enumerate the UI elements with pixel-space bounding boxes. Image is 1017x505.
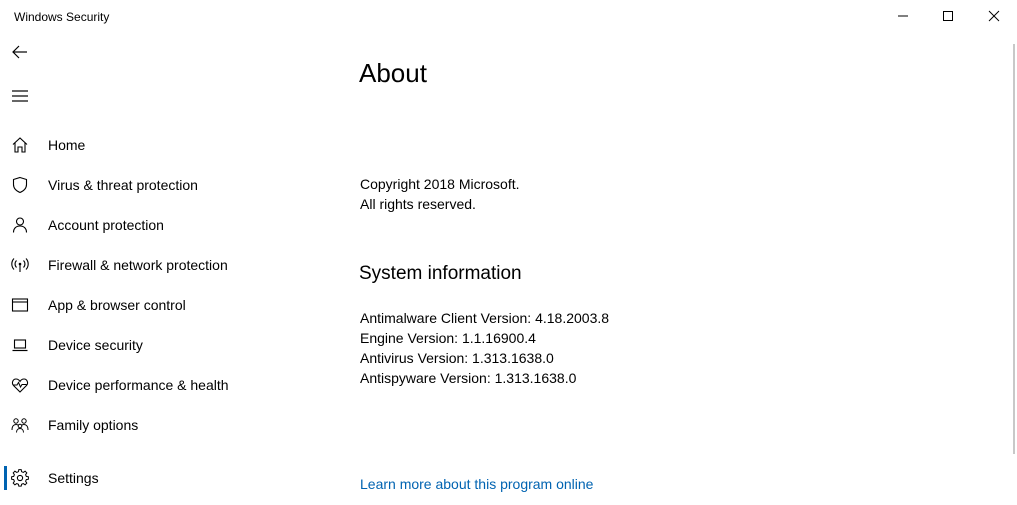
system-information-heading: System information (359, 263, 522, 284)
maximize-icon (943, 11, 953, 21)
sidebar-item-account-protection[interactable]: Account protection (4, 207, 294, 243)
sidebar-item-label: Device security (48, 337, 143, 353)
page-title: About (359, 58, 427, 88)
copyright-line: Copyright 2018 Microsoft. (360, 176, 520, 192)
close-button[interactable] (971, 0, 1017, 32)
antenna-icon (11, 256, 29, 274)
antispyware-version: Antispyware Version: 1.313.1638.0 (360, 370, 577, 386)
sidebar-item-device-security[interactable]: Device security (4, 327, 294, 363)
sidebar-item-home[interactable]: Home (4, 127, 294, 163)
sidebar-item-label: Family options (48, 417, 139, 433)
minimize-button[interactable] (880, 0, 926, 32)
back-arrow-icon (12, 45, 27, 59)
shield-icon (11, 176, 29, 194)
close-icon (988, 10, 1000, 22)
sidebar-item-label: Virus & threat protection (48, 177, 198, 193)
sidebar-item-device-performance-health[interactable]: Device performance & health (4, 367, 294, 403)
antivirus-version: Antivirus Version: 1.313.1638.0 (360, 350, 554, 366)
sidebar-item-label: Account protection (48, 217, 164, 233)
learn-more-link[interactable]: Learn more about this program online (360, 476, 593, 492)
sidebar-item-app-browser-control[interactable]: App & browser control (4, 287, 294, 323)
hamburger-icon (12, 90, 28, 102)
heart-pulse-icon (11, 376, 29, 394)
antimalware-client-version: Antimalware Client Version: 4.18.2003.8 (360, 310, 610, 326)
sidebar-item-firewall-network-protection[interactable]: Firewall & network protection (4, 247, 294, 283)
app-window-icon (11, 296, 29, 314)
laptop-icon (11, 336, 29, 354)
family-icon (11, 416, 29, 434)
sidebar-item-label: Device performance & health (48, 377, 229, 393)
sidebar-item-label: Firewall & network protection (48, 257, 228, 273)
minimize-icon (898, 15, 908, 17)
copyright-text: Copyright 2018 Microsoft. All rights res… (360, 174, 520, 214)
system-information-list: Antimalware Client Version: 4.18.2003.8 … (360, 308, 609, 388)
sidebar-item-virus-threat-protection[interactable]: Virus & threat protection (4, 167, 294, 203)
sidebar-item-settings[interactable]: Settings (4, 460, 294, 496)
back-button[interactable] (6, 38, 34, 66)
sidebar-item-label: Home (48, 137, 86, 153)
engine-version: Engine Version: 1.1.16900.4 (360, 330, 536, 346)
rights-line: All rights reserved. (360, 196, 476, 212)
maximize-button[interactable] (925, 0, 971, 32)
sidebar-item-label: Settings (48, 470, 99, 486)
sidebar-item-family-options[interactable]: Family options (4, 407, 294, 443)
hamburger-menu-button[interactable] (6, 82, 34, 110)
sidebar-item-label: App & browser control (48, 297, 186, 313)
title-bar: Windows Security (0, 0, 1017, 32)
person-icon (11, 216, 29, 234)
scrollbar[interactable] (1013, 44, 1015, 454)
gear-icon (11, 469, 29, 487)
home-icon (11, 136, 29, 154)
app-title: Windows Security (14, 10, 110, 24)
